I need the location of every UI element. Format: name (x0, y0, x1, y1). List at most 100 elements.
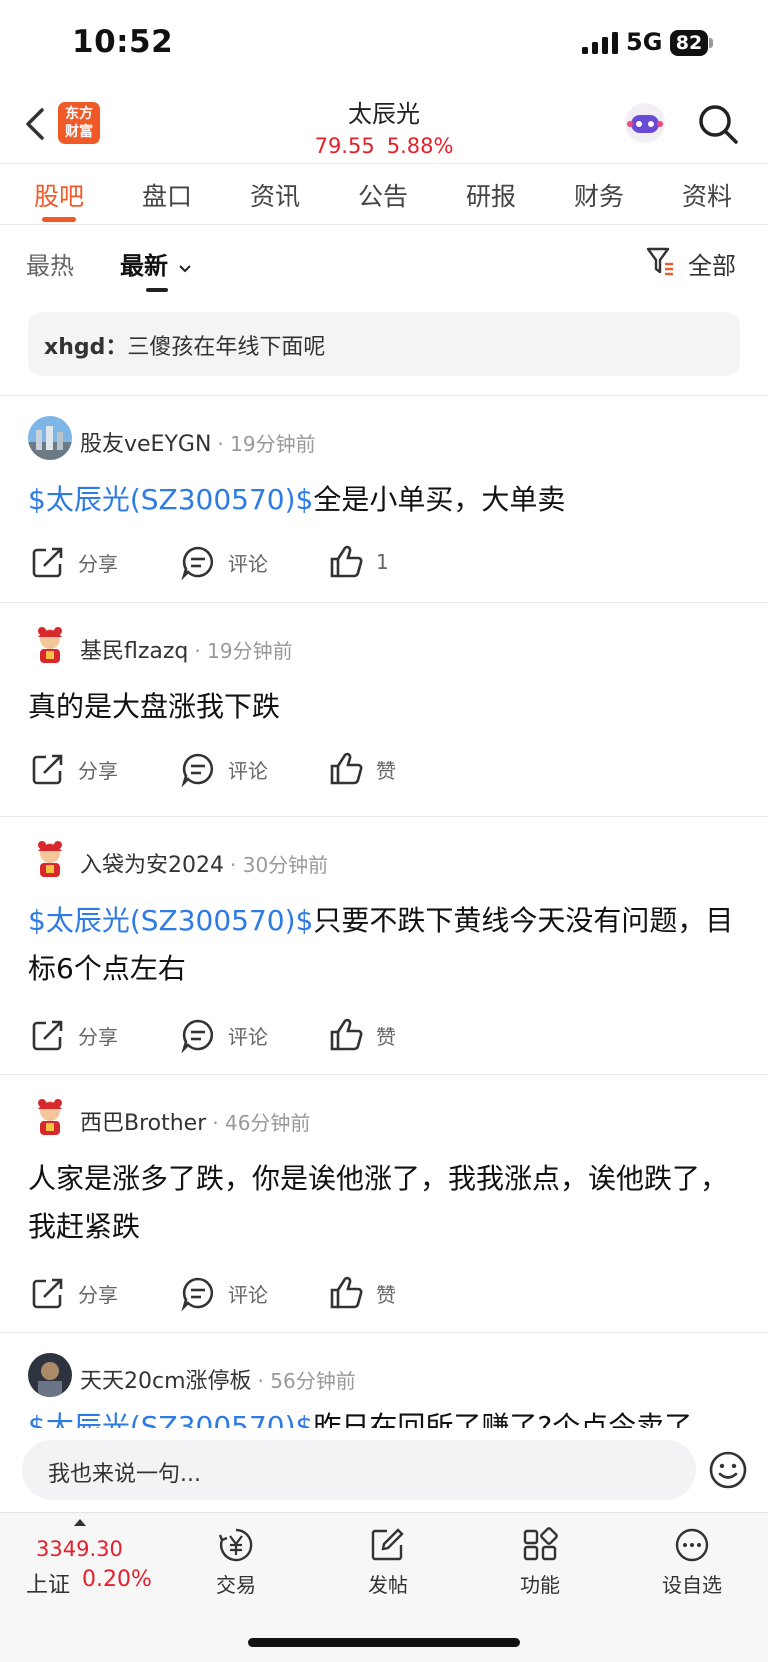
post-item[interactable]: 股友veEYGN · 19分钟前 $太辰光(SZ300570)$全是小单买，大单卖… (0, 395, 768, 601)
like-button[interactable]: 赞 (328, 747, 396, 791)
stock-tag-link[interactable]: $太辰光(SZ300570)$ (28, 1410, 313, 1428)
tab-announcements[interactable]: 公告 (338, 177, 428, 213)
post-user[interactable]: 入袋为安2024 · 30分钟前 (80, 847, 328, 879)
nav-post[interactable]: 发帖 (338, 1527, 438, 1598)
sort-hot[interactable]: 最热 (26, 246, 74, 281)
post-actions: 分享 评论 赞 (0, 1013, 768, 1057)
share-label: 分享 (78, 1024, 118, 1049)
post-actions: 分享 评论 1 (0, 540, 768, 584)
search-icon[interactable] (696, 102, 740, 146)
share-button[interactable]: 分享 (30, 540, 118, 584)
yen-icon (218, 1528, 253, 1562)
post-item[interactable]: 基民flzazq · 19分钟前 真的是大盘涨我下跌 分享 评论 赞 (0, 602, 768, 808)
share-button[interactable]: 分享 (30, 747, 118, 791)
header: 东方 财富 太辰光 79.55 5.88% (0, 86, 768, 164)
comment-input[interactable]: 我也来说一句... (22, 1440, 696, 1500)
home-indicator[interactable] (248, 1638, 520, 1647)
share-button[interactable]: 分享 (30, 1013, 118, 1057)
post-time: · 30分钟前 (230, 853, 329, 877)
filter-label[interactable]: 全部 (688, 246, 736, 281)
comment-button[interactable]: 评论 (180, 540, 268, 584)
like-count: 1 (376, 550, 389, 574)
avatar[interactable] (28, 1353, 72, 1397)
filter-icon[interactable] (646, 246, 674, 276)
stock-tag-link[interactable]: $太辰光(SZ300570)$ (28, 483, 313, 516)
post-user[interactable]: 西巴Brother · 46分钟前 (80, 1105, 310, 1137)
comment-button[interactable]: 评论 (180, 1013, 268, 1057)
post-actions: 分享 评论 赞 (0, 747, 768, 791)
tab-pankou[interactable]: 盘口 (122, 177, 212, 213)
avatar[interactable] (28, 837, 72, 881)
share-label: 分享 (78, 1282, 118, 1307)
thumbs-up-icon (330, 1276, 363, 1309)
comment-bar: 我也来说一句... (0, 1428, 768, 1512)
post-content[interactable]: 真的是大盘涨我下跌 (28, 683, 740, 731)
post-content[interactable]: $太辰光(SZ300570)$昨日在回所了赚了?个点今卖了 (28, 1403, 740, 1428)
post-item[interactable]: 西巴Brother · 46分钟前 人家是涨多了跌，你是诶他涨了，我我涨点，诶他跌… (0, 1074, 768, 1330)
share-label: 分享 (78, 758, 118, 783)
nav-watchlist[interactable]: 设自选 (642, 1527, 742, 1598)
chevron-down-icon (179, 265, 192, 273)
post-username: 基民flzazq (80, 639, 189, 664)
battery-tip (709, 38, 713, 48)
emoji-icon[interactable] (708, 1450, 748, 1490)
avatar[interactable] (28, 1095, 72, 1139)
edit-icon (371, 1528, 404, 1561)
comment-icon (181, 1019, 214, 1053)
index-value[interactable]: 3349.30 (36, 1537, 123, 1561)
more-icon (675, 1528, 709, 1562)
pinned-comment[interactable]: xhgd：三傻孩在年线下面呢 (28, 312, 740, 376)
like-label: 赞 (376, 758, 396, 783)
post-username: 入袋为安2024 (80, 853, 224, 878)
thumbs-up-icon (330, 545, 363, 578)
sort-latest[interactable]: 最新 (120, 246, 192, 281)
post-text: 人家是涨多了跌，你是诶他涨了，我我涨点，诶他跌了，我赶紧跌 (28, 1162, 729, 1243)
comment-button[interactable]: 评论 (180, 1271, 268, 1315)
robot-assistant-icon[interactable] (622, 100, 668, 146)
index-name[interactable]: 上证 (26, 1567, 70, 1599)
post-text: 全是小单买，大单卖 (313, 483, 566, 516)
status-bar: 10:52 5G 82 (0, 0, 768, 86)
share-icon (32, 547, 63, 578)
tab-profile[interactable]: 资料 (662, 177, 752, 213)
share-button[interactable]: 分享 (30, 1271, 118, 1315)
tab-news[interactable]: 资讯 (230, 177, 320, 213)
like-label: 赞 (376, 1282, 396, 1307)
thumbs-up-icon (330, 752, 363, 785)
tab-bar: 股吧 盘口 资讯 公告 研报 财务 资料 (0, 165, 768, 225)
network-label: 5G (626, 28, 663, 56)
like-button[interactable]: 1 (328, 540, 389, 584)
post-username: 股友veEYGN (80, 432, 212, 457)
post-item[interactable]: 天天20cm涨停板 · 56分钟前 $太辰光(SZ300570)$昨日在回所了赚了… (0, 1332, 768, 1428)
battery-icon: 82 (670, 30, 713, 56)
share-icon (32, 1020, 63, 1051)
pinned-user: xhgd： (44, 335, 128, 360)
nav-function[interactable]: 功能 (490, 1527, 590, 1598)
comment-label: 评论 (228, 1282, 268, 1307)
index-change[interactable]: 0.20% (82, 1567, 152, 1592)
post-time: · 46分钟前 (212, 1111, 311, 1135)
tab-finance[interactable]: 财务 (554, 177, 644, 213)
comment-button[interactable]: 评论 (180, 747, 268, 791)
nav-function-label: 功能 (520, 1573, 560, 1597)
post-content[interactable]: 人家是涨多了跌，你是诶他涨了，我我涨点，诶他跌了，我赶紧跌 (28, 1155, 740, 1251)
tab-guba[interactable]: 股吧 (14, 177, 104, 213)
share-icon (32, 754, 63, 785)
post-user[interactable]: 基民flzazq · 19分钟前 (80, 633, 293, 665)
nav-trade[interactable]: 交易 (186, 1527, 286, 1598)
post-content[interactable]: $太辰光(SZ300570)$全是小单买，大单卖 (28, 476, 740, 524)
post-user[interactable]: 股友veEYGN · 19分钟前 (80, 426, 316, 458)
tab-research[interactable]: 研报 (446, 177, 536, 213)
post-content[interactable]: $太辰光(SZ300570)$只要不跌下黄线今天没有问题，目标6个点左右 (28, 897, 740, 993)
nav-trade-label: 交易 (216, 1573, 256, 1597)
like-button[interactable]: 赞 (328, 1013, 396, 1057)
post-user[interactable]: 天天20cm涨停板 · 56分钟前 (80, 1363, 356, 1395)
post-time: · 56分钟前 (257, 1369, 356, 1393)
stock-tag-link[interactable]: $太辰光(SZ300570)$ (28, 904, 313, 937)
avatar[interactable] (28, 416, 72, 460)
like-button[interactable]: 赞 (328, 1271, 396, 1315)
sort-bar: 最热 最新 全部 (0, 228, 768, 292)
post-item[interactable]: 入袋为安2024 · 30分钟前 $太辰光(SZ300570)$只要不跌下黄线今天… (0, 816, 768, 1072)
sort-latest-label: 最新 (120, 252, 168, 280)
avatar[interactable] (28, 623, 72, 667)
